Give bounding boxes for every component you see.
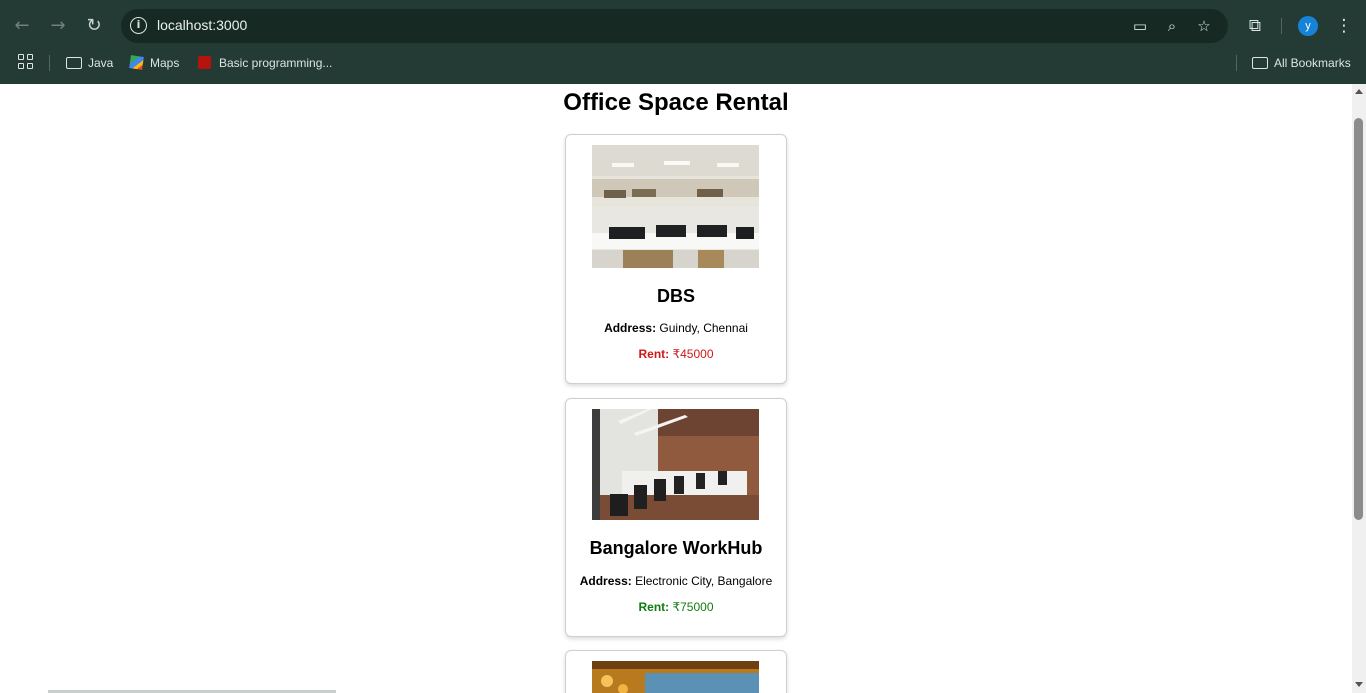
office-photo (592, 661, 759, 693)
listing-name: Bangalore WorkHub (589, 538, 763, 558)
bookmark-label: Maps (150, 56, 180, 70)
office-photo (592, 145, 759, 268)
bookmark-site-icon (198, 56, 211, 69)
rent-value: ₹45000 (672, 347, 714, 361)
address-value: Electronic City, Bangalore (635, 574, 773, 588)
extensions-icon[interactable]: ⧉ (1244, 15, 1266, 37)
listing-rent: Rent: ₹75000 (566, 600, 786, 614)
back-arrow-icon[interactable]: ← (8, 12, 36, 40)
bookmarks-divider (49, 55, 50, 71)
bookmarks-bar: Java Maps Basic programming... All Bookm… (0, 50, 1366, 76)
folder-icon (66, 57, 82, 69)
folder-icon (1252, 57, 1268, 69)
zoom-out-icon[interactable]: ⌕ (1162, 16, 1182, 36)
page-content: Office Space Rental DBS Address: Guindy,… (0, 84, 1352, 693)
rent-value: ₹75000 (672, 600, 714, 614)
browser-toolbar: ← → ↻ i localhost:3000 ▭ ⌕ ☆ ⧉ y ⋮ (0, 8, 1366, 44)
listing-card-partial (565, 650, 787, 693)
office-photo (592, 409, 759, 520)
reload-icon[interactable]: ↻ (80, 12, 108, 40)
all-bookmarks-button[interactable]: All Bookmarks (1252, 54, 1351, 72)
url-text[interactable]: localhost:3000 (157, 17, 247, 33)
apps-icon[interactable] (18, 54, 34, 70)
profile-avatar[interactable]: y (1298, 16, 1318, 36)
forward-arrow-icon[interactable]: → (44, 12, 72, 40)
scroll-up-icon[interactable] (1355, 89, 1363, 94)
listing-name: DBS (656, 286, 695, 306)
scroll-thumb[interactable] (1354, 118, 1363, 520)
address-label: Address: (579, 574, 632, 588)
more-icon[interactable]: ⋮ (1333, 15, 1355, 37)
bookmark-basic-programming[interactable]: Basic programming... (198, 54, 332, 72)
page-title: Office Space Rental (563, 89, 789, 116)
install-app-icon[interactable]: ▭ (1130, 16, 1150, 36)
bookmark-maps[interactable]: Maps (129, 54, 180, 72)
bookmark-java[interactable]: Java (66, 54, 113, 72)
listing-address: Address: Guindy, Chennai (566, 321, 786, 335)
address-value: Guindy, Chennai (659, 321, 748, 335)
all-bookmarks-label: All Bookmarks (1274, 56, 1351, 70)
bookmark-label: Basic programming... (219, 56, 333, 70)
bookmarks-divider (1236, 55, 1237, 71)
listing-card-dbs: DBS Address: Guindy, Chennai Rent: ₹4500… (565, 134, 787, 384)
page-scrollbar[interactable] (1352, 84, 1366, 693)
star-icon[interactable]: ☆ (1194, 16, 1214, 36)
listing-address: Address: Electronic City, Bangalore (566, 574, 786, 588)
bookmark-label: Java (88, 56, 114, 70)
listing-rent: Rent: ₹45000 (566, 347, 786, 361)
address-label: Address: (604, 321, 657, 335)
browser-chrome: ← → ↻ i localhost:3000 ▭ ⌕ ☆ ⧉ y ⋮ Java … (0, 0, 1366, 84)
scroll-down-icon[interactable] (1355, 682, 1363, 687)
info-icon[interactable]: i (130, 17, 147, 34)
address-bar[interactable]: i localhost:3000 ▭ ⌕ ☆ (121, 9, 1228, 43)
toolbar-divider (1281, 18, 1282, 34)
rent-label: Rent: (638, 347, 670, 361)
maps-icon (129, 55, 144, 70)
rent-label: Rent: (638, 600, 670, 614)
listing-card-bangalore-workhub: Bangalore WorkHub Address: Electronic Ci… (565, 398, 787, 637)
